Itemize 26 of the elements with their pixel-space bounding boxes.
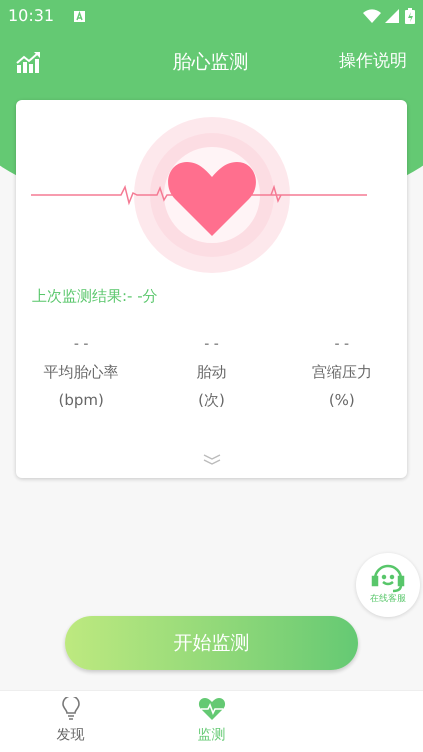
stat-unit: (bpm) <box>58 390 104 411</box>
nav-tab[interactable]: 监测 <box>141 691 282 752</box>
stat-unit: (%) <box>328 390 355 411</box>
page-title: 胎心监测 <box>172 50 250 75</box>
stat-label: 平均胎心率 <box>44 362 119 382</box>
instructions-button[interactable]: 操作说明 <box>339 49 407 75</box>
chart-icon[interactable] <box>16 51 42 73</box>
lightbulb-icon <box>60 697 82 721</box>
keyboard-icon <box>74 10 86 22</box>
nav-tab[interactable]: 发现 <box>0 691 141 752</box>
status-time: 10:31 <box>8 5 54 27</box>
support-button[interactable]: 在线客服 <box>356 553 420 617</box>
stat-value: - - <box>334 334 350 354</box>
stat-unit: (次) <box>198 390 225 411</box>
headset-smiley-icon <box>371 563 405 594</box>
stat-value: - - <box>204 334 219 354</box>
stat-label: 胎动 <box>196 362 226 382</box>
expand-chevron-icon[interactable] <box>202 454 220 466</box>
stat-value: - - <box>74 334 88 354</box>
stat-label: 宫缩压力 <box>312 362 372 382</box>
battery-icon <box>405 8 415 24</box>
heart-pulse-icon <box>198 697 226 721</box>
signal-icon <box>385 9 399 23</box>
start-monitor-button[interactable]: 开始监测 <box>65 616 358 670</box>
last-result-text: 上次监测结果:- -分 <box>32 286 159 307</box>
wifi-icon <box>363 9 381 23</box>
